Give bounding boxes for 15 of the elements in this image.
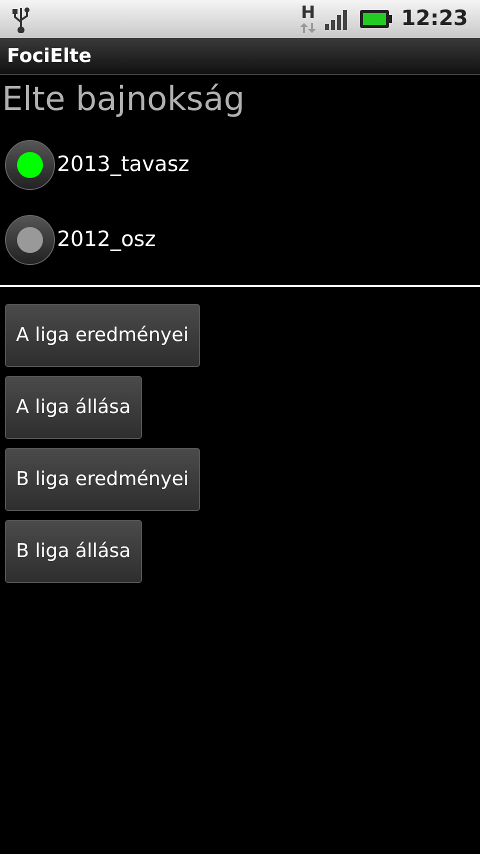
radio-label: 2013_tavasz: [57, 150, 190, 178]
battery-icon: [359, 9, 394, 29]
data-arrows-icon: [299, 22, 318, 34]
network-type-label: H: [301, 4, 316, 22]
app-title: FociElte: [7, 44, 92, 69]
usb-icon: [12, 5, 30, 33]
radio-button[interactable]: [5, 214, 55, 264]
menu-button[interactable]: A liga eredményei: [5, 304, 200, 367]
menu-button[interactable]: B liga eredményei: [5, 448, 200, 511]
heading: Elte bajnokság: [1, 78, 246, 120]
clock: 12:23: [401, 5, 468, 32]
radio-button[interactable]: [5, 140, 55, 190]
menu-button[interactable]: B liga állása: [5, 520, 142, 583]
menu-button[interactable]: A liga állása: [5, 376, 142, 439]
radio-label: 2012_osz: [57, 226, 156, 253]
